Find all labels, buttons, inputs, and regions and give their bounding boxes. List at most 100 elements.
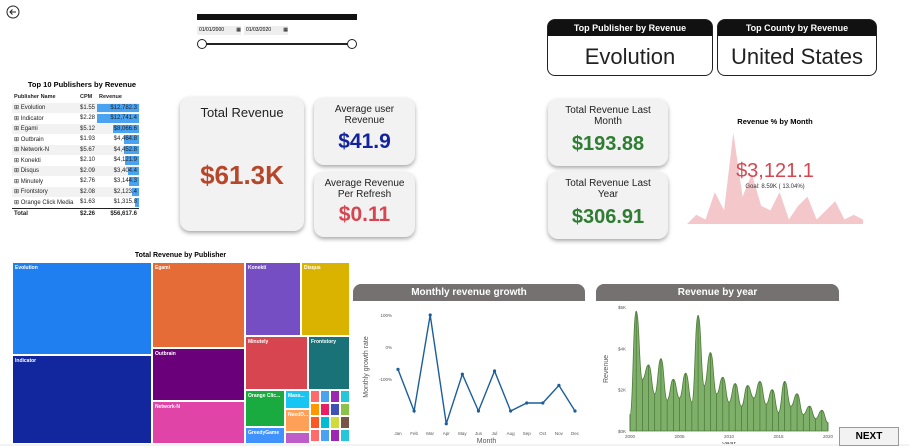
table-row[interactable]: ⊞ Konekti $2.10 $4,121.9 (12, 155, 140, 166)
top-publisher-value: Evolution (584, 44, 676, 69)
treemap-tile[interactable]: Indicator (12, 355, 152, 444)
date-slider-track[interactable] (202, 43, 352, 45)
slider-end-handle[interactable] (347, 39, 357, 49)
x-tick-label: Sep (523, 431, 532, 436)
table-row[interactable]: ⊞ Outbrain $1.93 $4,464.8 (12, 134, 140, 145)
growth-point[interactable] (428, 313, 432, 317)
end-date-input[interactable]: 01/03/2020 ▦ (244, 26, 288, 35)
growth-point[interactable] (412, 409, 416, 413)
treemap-tile[interactable]: NeedD... (285, 409, 310, 432)
treemap-small-tile[interactable] (310, 416, 320, 429)
treemap-small-tile[interactable] (320, 429, 330, 442)
expand-icon[interactable]: ⊞ (14, 137, 21, 143)
treemap-tile[interactable]: GreedyGame (245, 427, 285, 444)
treemap-tile[interactable]: Disqus (301, 262, 350, 336)
treemap-tile[interactable]: Outbrain (152, 348, 245, 401)
treemap-tile[interactable]: Konekti (245, 262, 301, 336)
growth-point[interactable] (396, 367, 400, 371)
growth-point[interactable] (444, 422, 448, 426)
treemap-small-tile[interactable] (310, 429, 320, 442)
treemap-small-tile[interactable] (330, 390, 340, 403)
treemap-small-tile[interactable] (320, 403, 330, 416)
publishers-table: Publisher Name CPM Revenue ⊞ Evolution $1… (12, 92, 140, 219)
treemap-small-tile[interactable] (330, 403, 340, 416)
start-date-input[interactable]: 01/01/2000 ▦ (197, 26, 241, 35)
table-row[interactable]: ⊞ Frontstory $2.08 $2,123.4 (12, 186, 140, 197)
treemap-tile[interactable]: Egami (152, 262, 245, 348)
table-row[interactable]: ⊞ Orange Click Media $1.63 $1,315.8 (12, 197, 140, 208)
table-row[interactable]: ⊞ Disqus $2.09 $3,404.4 (12, 165, 140, 176)
expand-icon[interactable]: ⊞ (14, 189, 21, 195)
revenue-cell: $8,066.6 (97, 124, 140, 135)
treemap-small-tile[interactable] (310, 390, 320, 403)
treemap-tile[interactable]: Evolution (12, 262, 152, 355)
avg-user-revenue-value: $41.9 (338, 130, 391, 153)
publisher-name-cell: ⊞ Network-N (12, 145, 78, 156)
x-tick-label: Jul (492, 431, 498, 436)
last-year-value: $306.91 (571, 206, 645, 228)
last-month-card: Total Revenue Last Month $193.88 (548, 99, 668, 166)
slider-start-handle[interactable] (197, 39, 207, 49)
next-button[interactable]: NEXT (839, 427, 899, 446)
treemap-small-tile[interactable] (320, 390, 330, 403)
x-tick-label: 2015 (773, 434, 784, 439)
expand-icon[interactable]: ⊞ (14, 116, 21, 122)
publisher-name: Outbrain (20, 136, 44, 143)
treemap-small-tile[interactable] (310, 403, 320, 416)
treemap-tile[interactable]: Minutely (245, 336, 308, 390)
table-row[interactable]: ⊞ Minutely $2.76 $3,144.3 (12, 176, 140, 187)
x-tick-label: Nov (555, 431, 564, 436)
growth-point[interactable] (492, 369, 497, 373)
treemap-small-tile[interactable] (340, 390, 350, 403)
treemap-small-tile[interactable] (320, 416, 330, 429)
table-row[interactable]: ⊞ Evolution $1.55 $12,782.3 (12, 102, 140, 113)
expand-icon[interactable]: ⊞ (14, 147, 21, 153)
treemap-small-tile[interactable] (340, 416, 350, 429)
treemap-tile-label: Network-N (155, 404, 181, 410)
treemap-small-tile[interactable] (340, 403, 350, 416)
y-tick-label: 100% (380, 313, 392, 318)
treemap-tile[interactable]: Frontstory (308, 336, 350, 390)
growth-point[interactable] (573, 409, 577, 413)
treemap-small-tile[interactable] (330, 429, 340, 442)
top-county-card: Top County by Revenue United States (717, 19, 877, 76)
publishers-table-title: Top 10 Publishers by Revenue (27, 80, 137, 89)
publisher-name-cell: ⊞ Konekti (12, 155, 78, 166)
expand-icon[interactable]: ⊞ (14, 105, 21, 111)
treemap-tile[interactable]: Network-N (152, 401, 245, 444)
growth-point[interactable] (509, 409, 513, 413)
publisher-name: Network-N (20, 147, 50, 154)
publisher-name-cell: ⊞ Orange Click Media (12, 197, 78, 208)
treemap-tile[interactable]: Orange Clic... (245, 390, 285, 427)
col-header-cpm[interactable]: CPM (78, 92, 97, 103)
growth-point[interactable] (557, 383, 561, 387)
expand-icon[interactable]: ⊞ (14, 179, 21, 185)
expand-icon[interactable]: ⊞ (14, 200, 21, 206)
growth-point[interactable] (460, 372, 464, 376)
treemap-tile-label: Mass... (288, 393, 305, 399)
table-row[interactable]: ⊞ Network-N $5.67 $4,452.8 (12, 144, 140, 156)
growth-point[interactable] (476, 409, 481, 413)
monthly-growth-chart: 100% 0% -100% Jan Feb Mar Apr May Jun Jul Aug Sep Oc… (363, 313, 580, 444)
table-header-row: Publisher Name CPM Revenue (12, 92, 139, 103)
table-row[interactable]: ⊞ Egami $5.12 $8,066.6 (12, 123, 140, 135)
back-arrow-icon[interactable] (6, 5, 20, 19)
treemap-small-tile[interactable] (340, 429, 350, 442)
x-tick-label: Mar (426, 431, 434, 436)
revenue-cell: $12,741.4 (97, 113, 140, 124)
col-header-revenue[interactable]: Revenue (97, 92, 139, 103)
calendar-icon[interactable]: ▦ (236, 26, 241, 35)
treemap-tile[interactable] (285, 432, 310, 444)
expand-icon[interactable]: ⊞ (14, 126, 21, 132)
expand-icon[interactable]: ⊞ (14, 168, 21, 174)
col-header-publisher[interactable]: Publisher Name (12, 92, 78, 103)
treemap-tile[interactable]: Mass... (285, 390, 310, 409)
expand-icon[interactable]: ⊞ (14, 158, 21, 164)
cpm-cell: $1.93 (80, 136, 96, 143)
growth-point[interactable] (525, 401, 529, 405)
x-tick-label: Apr (443, 431, 451, 436)
table-row[interactable]: ⊞ Indicator $2.28 $12,741.4 (12, 113, 140, 124)
calendar-icon[interactable]: ▦ (283, 26, 288, 35)
growth-point[interactable] (541, 401, 545, 405)
treemap-small-tile[interactable] (330, 416, 340, 429)
